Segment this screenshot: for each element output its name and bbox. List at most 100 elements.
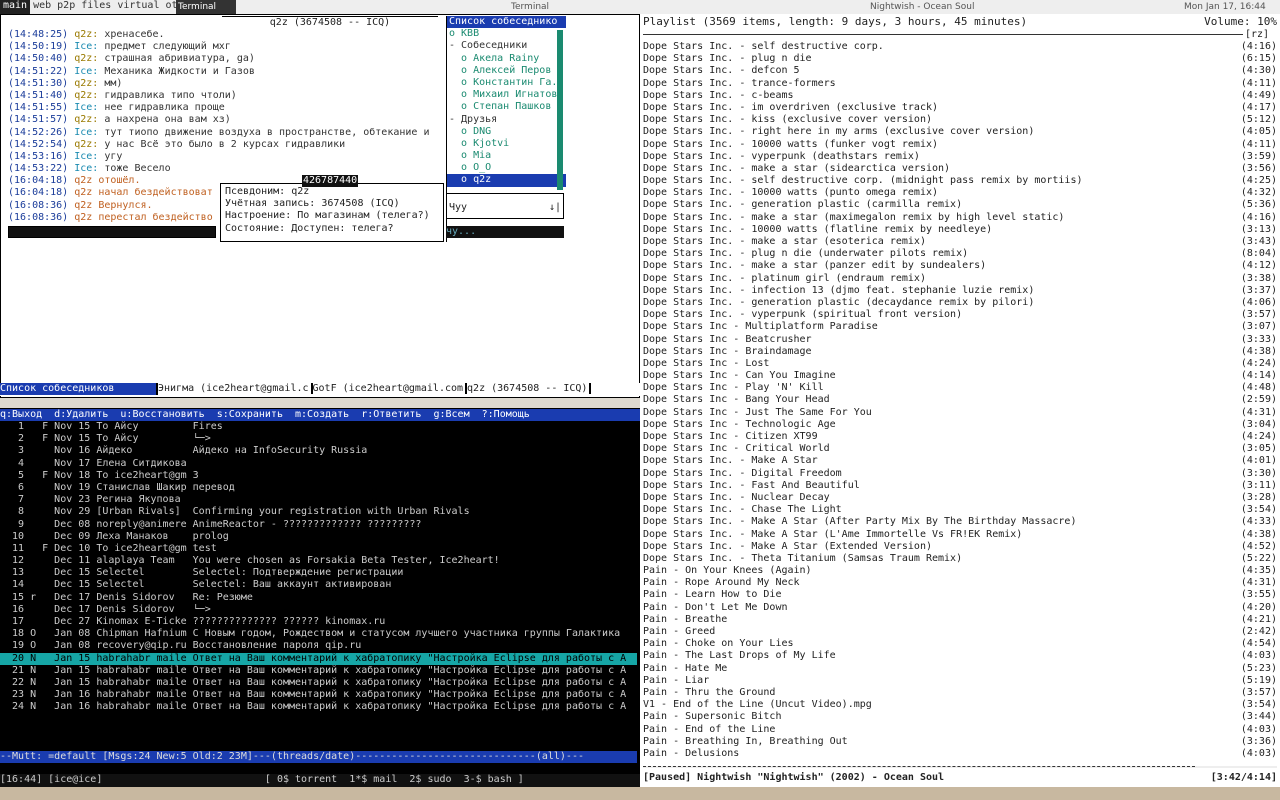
roster-group[interactable]: - Собеседники: [447, 40, 566, 52]
tag-virtual[interactable]: virtual: [114, 0, 162, 14]
playlist-track[interactable]: Dope Stars Inc. - c-beams (4:49): [643, 90, 1277, 102]
mail-row[interactable]: 12 Dec 11 alaplaya Team You were chosen …: [0, 555, 637, 567]
roster-contact[interactable]: o Акела Rainy: [447, 53, 566, 65]
playlist-track[interactable]: Dope Stars Inc. - defcon 5 (4:30): [643, 65, 1277, 77]
mail-row[interactable]: 3 Nov 16 Айдеко Айдеко на InfoSecurity R…: [0, 445, 637, 457]
roster-contact[interactable]: o q2z: [447, 174, 566, 187]
mail-row[interactable]: 23 N Jan 16 habrahabr maile Ответ на Ваш…: [0, 689, 637, 701]
im-tab[interactable]: Список собеседников: [0, 383, 158, 396]
mail-row[interactable]: 11 F Dec 10 To ice2heart@gm test: [0, 543, 637, 555]
playlist-track[interactable]: Dope Stars Inc. - generation plastic (de…: [643, 297, 1277, 309]
playlist-track[interactable]: Dope Stars Inc. - Fast And Beautiful (3:1…: [643, 480, 1277, 492]
playlist-track[interactable]: Dope Stars Inc - Technologic Age (3:04): [643, 419, 1277, 431]
roster-group[interactable]: - Друзья: [447, 114, 566, 126]
playlist-track[interactable]: Dope Stars Inc. - Nuclear Decay (3:28): [643, 492, 1277, 504]
dropdown-arrow-icon[interactable]: ↓|: [549, 202, 561, 213]
mail-row[interactable]: 24 N Jan 16 habrahabr maile Ответ на Ваш…: [0, 701, 637, 713]
playlist-track[interactable]: Dope Stars Inc - Just The Same For You (4…: [643, 407, 1277, 419]
playlist-track[interactable]: Pain - Supersonic Bitch (3:44): [643, 711, 1277, 723]
taskbar-window-terminal[interactable]: Terminal: [176, 0, 236, 14]
playlist-track[interactable]: Pain - Greed (2:42): [643, 626, 1277, 638]
playlist-track[interactable]: Dope Stars Inc - Bang Your Head (2:59): [643, 394, 1277, 406]
playlist-track[interactable]: Dope Stars Inc - Lost (4:24): [643, 358, 1277, 370]
playlist-track[interactable]: Dope Stars Inc. - infection 13 (djmo fea…: [643, 285, 1277, 297]
playlist-track[interactable]: Pain - Hate Me (5:23): [643, 663, 1277, 675]
roster-contact[interactable]: o Kjotvi: [447, 138, 566, 150]
mail-row[interactable]: 21 N Jan 15 habrahabr maile Ответ на Ваш…: [0, 665, 637, 677]
mail-row[interactable]: 4 Nov 17 Елена Ситдикова: [0, 458, 637, 470]
playlist-track[interactable]: Dope Stars Inc. - platinum girl (endraum…: [643, 273, 1277, 285]
playlist-track[interactable]: Pain - The Last Drops of My Life (4:03): [643, 650, 1277, 662]
playlist-track[interactable]: Pain - Rope Around My Neck (4:31): [643, 577, 1277, 589]
playlist-track[interactable]: Dope Stars Inc. - self destructive corp.…: [643, 41, 1277, 53]
mail-row[interactable]: 16 Dec 17 Denis Sidorov └─>: [0, 604, 637, 616]
playlist-track[interactable]: Pain - Delusions (4:03): [643, 748, 1277, 760]
taskbar-window-terminal-2[interactable]: Terminal: [511, 0, 571, 14]
playlist-track[interactable]: Dope Stars Inc. - 10000 watts (flatline …: [643, 224, 1277, 236]
playlist-track[interactable]: Dope Stars Inc. - vyperpunk (spiritual f…: [643, 309, 1277, 321]
tag-main[interactable]: main: [0, 0, 31, 14]
playlist-track[interactable]: V1 - End of the Line (Uncut Video).mpg (3…: [643, 699, 1277, 711]
mail-row[interactable]: 9 Dec 08 noreply@animere AnimeReactor - …: [0, 519, 637, 531]
playlist-track[interactable]: Dope Stars Inc. - make a star (sidearcti…: [643, 163, 1277, 175]
playlist-track[interactable]: Pain - End of the Line (4:03): [643, 724, 1277, 736]
playlist-track[interactable]: Dope Stars Inc. - Make A Star (4:01): [643, 455, 1277, 467]
tag-files[interactable]: files: [78, 0, 114, 14]
playlist-track[interactable]: Pain - Learn How to Die (3:55): [643, 589, 1277, 601]
mail-row[interactable]: 10 Dec 09 Леха Манаков prolog: [0, 531, 637, 543]
playlist-track[interactable]: Dope Stars Inc. - self destructive corp.…: [643, 175, 1277, 187]
playlist-track[interactable]: Dope Stars Inc - Braindamage (4:38): [643, 346, 1277, 358]
playlist-track[interactable]: Dope Stars Inc - Beatcrusher (3:33): [643, 334, 1277, 346]
im-tab[interactable]: Энигма (ice2heart@gmail.c: [158, 383, 313, 394]
roster-contact[interactable]: o Михаил Игнатов: [447, 89, 566, 101]
roster-contact[interactable]: o Mia: [447, 150, 566, 162]
roster-contact[interactable]: o O_O: [447, 162, 566, 174]
playlist-track[interactable]: Dope Stars Inc. - vyperpunk (deathstars …: [643, 151, 1277, 163]
playlist-track[interactable]: Dope Stars Inc. - Make A Star (After Par…: [643, 516, 1277, 528]
mail-row[interactable]: 6 Nov 19 Станислав Шакир перевод: [0, 482, 637, 494]
message-input[interactable]: Чуу ↓|: [446, 193, 564, 219]
mail-row[interactable]: 22 N Jan 15 habrahabr maile Ответ на Ваш…: [0, 677, 637, 689]
playlist-track[interactable]: Pain - Don't Let Me Down (4:20): [643, 602, 1277, 614]
mail-row[interactable]: 13 Dec 15 Selectel Selectel: Подтвержден…: [0, 567, 637, 579]
playlist-track[interactable]: Dope Stars Inc. - plug n die (6:15): [643, 53, 1277, 65]
mail-row[interactable]: 8 Nov 29 [Urban Rivals] Confirming your …: [0, 506, 637, 518]
mail-row[interactable]: 18 O Jan 08 Chipman Hafnium С Новым годо…: [0, 628, 637, 640]
playlist-track[interactable]: Dope Stars Inc. - Digital Freedom (3:30): [643, 468, 1277, 480]
playlist-track[interactable]: Pain - Breathing In, Breathing Out (3:36): [643, 736, 1277, 748]
playlist-track[interactable]: Dope Stars Inc - Multiplatform Paradise (…: [643, 321, 1277, 333]
mail-row[interactable]: 15 r Dec 17 Denis Sidorov Re: Резюме: [0, 592, 637, 604]
input-line[interactable]: чу...: [446, 226, 564, 238]
tag-web[interactable]: web: [30, 0, 54, 14]
playlist-track[interactable]: Dope Stars Inc - Play 'N' Kill (4:48): [643, 382, 1277, 394]
mail-row[interactable]: 20 N Jan 15 habrahabr maile Ответ на Ваш…: [0, 652, 637, 665]
roster-contact[interactable]: o DNG: [447, 126, 566, 138]
playlist-track[interactable]: Dope Stars Inc. - 10000 watts (funker vo…: [643, 139, 1277, 151]
mail-row[interactable]: 5 F Nov 18 To ice2heart@gm 3: [0, 470, 637, 482]
roster-contact[interactable]: o Степан Пашков: [447, 101, 566, 113]
playlist-track[interactable]: Dope Stars Inc. - Make A Star (Extended …: [643, 541, 1277, 553]
mail-row[interactable]: 7 Nov 23 Регина Якупова: [0, 494, 637, 506]
playlist-track[interactable]: Pain - Choke on Your Lies (4:54): [643, 638, 1277, 650]
volume-indicator[interactable]: Volume: 10%: [1204, 15, 1277, 29]
roster-contact[interactable]: o Константин Га.: [447, 77, 566, 89]
playlist-track[interactable]: Dope Stars Inc. - plug n die (underwater…: [643, 248, 1277, 260]
mail-row[interactable]: 1 F Nov 15 To Айсу Fires: [0, 421, 637, 433]
playlist-track[interactable]: Dope Stars Inc. - Chase The Light (3:54): [643, 504, 1277, 516]
roster-scrollbar[interactable]: [557, 30, 563, 190]
playlist-track[interactable]: Dope Stars Inc. - make a star (maximegal…: [643, 212, 1277, 224]
playlist-track[interactable]: Dope Stars Inc - Citizen XT99 (4:24): [643, 431, 1277, 443]
playlist-track[interactable]: Dope Stars Inc. - make a star (panzer ed…: [643, 260, 1277, 272]
playlist-track[interactable]: Dope Stars Inc. - Theta Titanium (Samsas…: [643, 553, 1277, 565]
im-tab[interactable]: GotF (ice2heart@gmail.com: [312, 383, 468, 394]
playlist-track[interactable]: Dope Stars Inc. - right here in my arms …: [643, 126, 1277, 138]
playlist-track[interactable]: Pain - Thru the Ground (3:57): [643, 687, 1277, 699]
mail-row[interactable]: 19 O Jan 08 recovery@qip.ru Восстановлен…: [0, 640, 637, 652]
playlist-track[interactable]: Dope Stars Inc - Critical World (3:05): [643, 443, 1277, 455]
playlist-track[interactable]: Dope Stars Inc. - trance-formers (4:11): [643, 78, 1277, 90]
playlist-track[interactable]: Dope Stars Inc. - im overdriven (exclusi…: [643, 102, 1277, 114]
playlist-track[interactable]: Dope Stars Inc. - Make A Star (L'Ame Imm…: [643, 529, 1277, 541]
roster-contact[interactable]: o Алексей Перов: [447, 65, 566, 77]
tag-p2p[interactable]: p2p: [54, 0, 78, 14]
mail-row[interactable]: 14 Dec 15 Selectel Selectel: Ваш аккаунт…: [0, 579, 637, 591]
